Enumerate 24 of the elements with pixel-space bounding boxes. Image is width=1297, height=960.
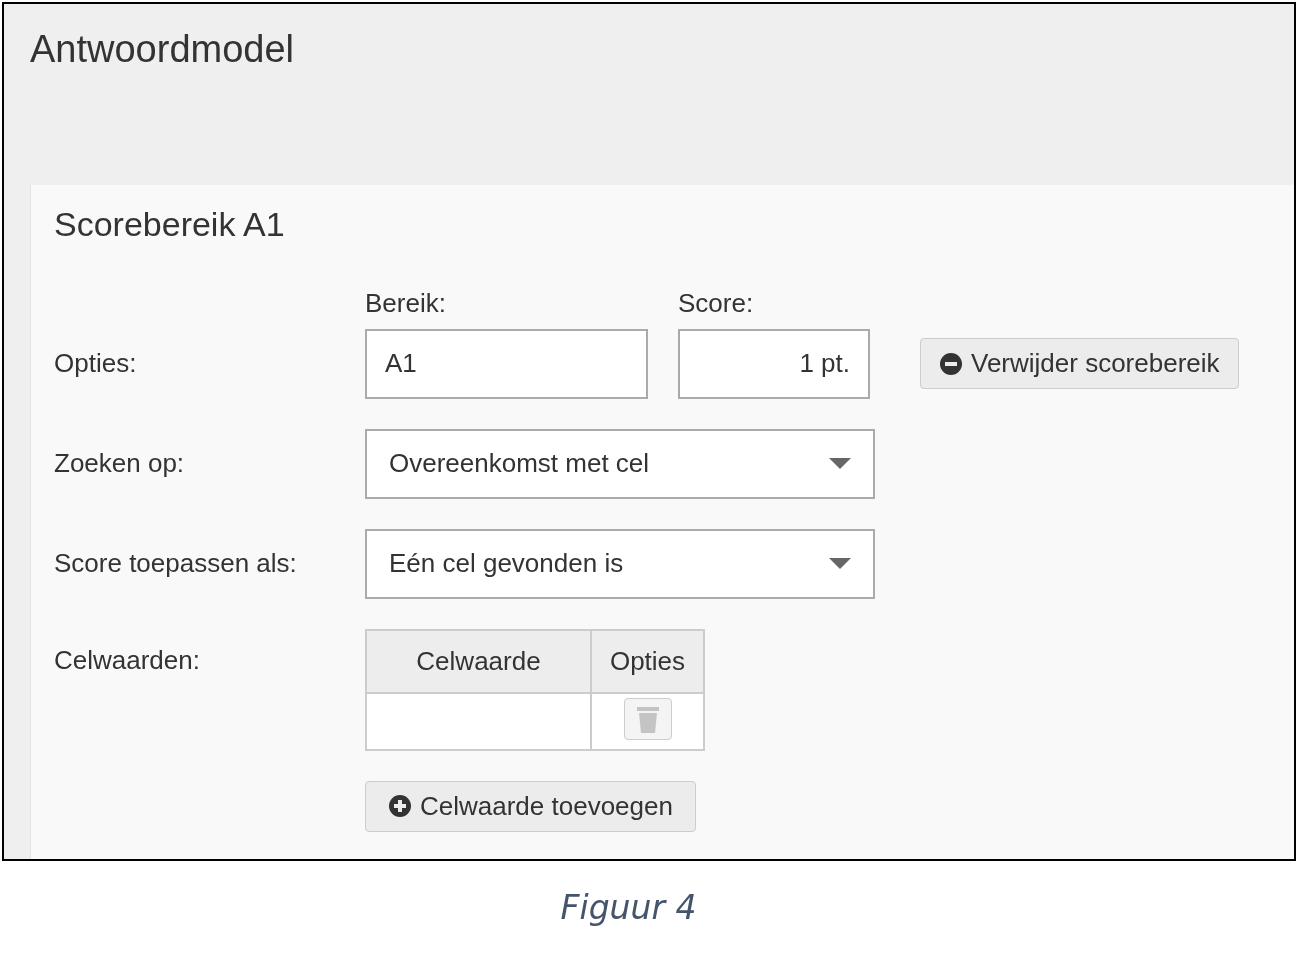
cell-value-field[interactable] [367,694,590,748]
minus-circle-icon [939,351,963,376]
delete-button[interactable] [623,698,672,740]
field-label: Opties: [54,347,137,380]
range-field[interactable]: A1 [365,328,648,399]
search-by-dropdown[interactable]: Overeenkomst met cel [365,428,875,499]
field-label: Celwaarden: [54,643,200,677]
trash-icon [636,705,659,733]
field-label: Bereik: [365,286,447,320]
dropdown-caret-icon [829,458,851,469]
column-header: Celwaarde [366,629,591,693]
add-cell-value-button[interactable]: Celwaarde toevoegen [365,780,696,832]
page-title: Antwoordmodel [30,27,296,72]
column-header: Opties [591,629,704,693]
figure-caption: Figuur 4 [560,887,697,929]
dropdown-caret-icon [829,558,851,569]
apply-score-dropdown[interactable]: Eén cel gevonden is [365,528,875,599]
score-field[interactable]: 1 pt. [678,328,870,399]
plus-circle-icon [388,794,412,818]
field-label: Score: [678,286,754,320]
section-title: Scorebereik A1 [54,204,285,245]
remove-range-button[interactable]: Verwijder scorebereik [920,338,1239,389]
field-label: Score toepassen als: [54,547,297,580]
field-label: Zoeken op: [54,447,185,480]
